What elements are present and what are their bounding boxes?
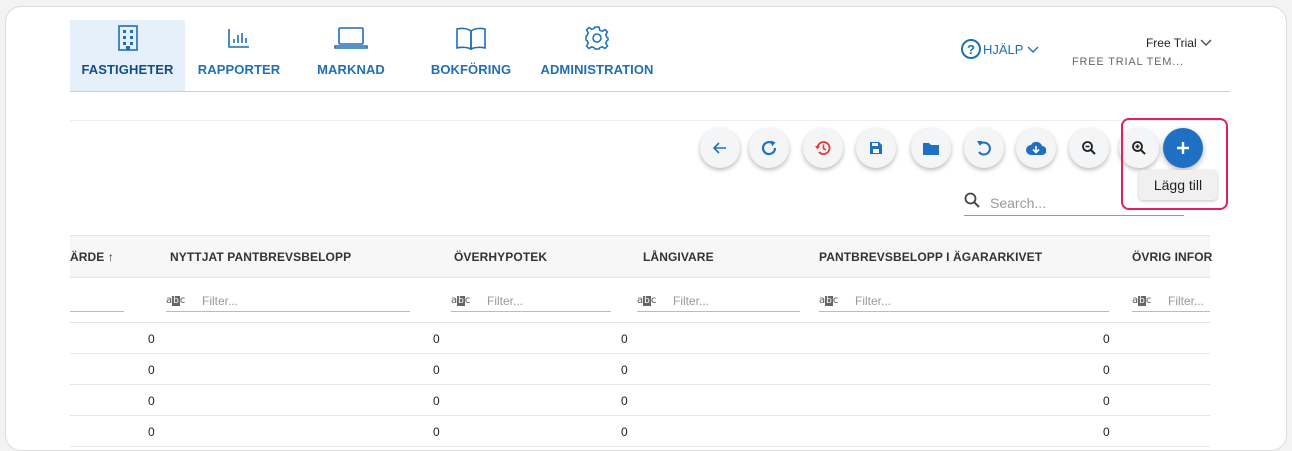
cell-pantbrevsbelopp: 0	[1103, 363, 1110, 377]
filter-ovrig-info[interactable]: abc	[1132, 290, 1210, 312]
filter-input[interactable]	[202, 293, 382, 308]
nav-label: ADMINISTRATION	[540, 62, 654, 77]
plus-icon	[1176, 141, 1190, 155]
search-input[interactable]	[990, 194, 1150, 211]
cloud-download-icon	[1026, 141, 1046, 155]
help-icon: ?	[961, 39, 981, 59]
search-icon	[964, 192, 980, 213]
cell-varde: 0	[148, 394, 155, 408]
cell-overhypotek: 0	[621, 332, 628, 346]
gear-icon	[584, 22, 610, 54]
cell-pantbrevsbelopp: 0	[1103, 425, 1110, 439]
nav-item-bokforing[interactable]: BOKFÖRING	[423, 20, 519, 91]
section-divider	[70, 120, 1230, 121]
text-filter-icon: abc	[637, 295, 657, 306]
laptop-icon	[334, 22, 368, 54]
cell-overhypotek: 0	[621, 425, 628, 439]
nav-label: BOKFÖRING	[430, 62, 512, 77]
chevron-down-icon	[1200, 36, 1212, 50]
bar-chart-icon	[227, 22, 251, 54]
filter-pantbrevsbelopp[interactable]: abc	[819, 290, 1109, 312]
cell-overhypotek: 0	[621, 363, 628, 377]
filter-input[interactable]	[673, 293, 773, 308]
chevron-down-icon	[1027, 42, 1039, 57]
filter-varde[interactable]	[70, 290, 124, 312]
filter-langivare[interactable]: abc	[637, 290, 800, 312]
account-menu[interactable]: Free Trial FREE TRIAL TEM...	[1072, 36, 1212, 68]
table-row[interactable]: 0 0 0 0	[70, 354, 1210, 385]
zoom-in-button[interactable]	[1119, 128, 1159, 168]
text-filter-icon: abc	[1132, 295, 1152, 306]
building-icon	[117, 22, 139, 54]
filter-nyttjat[interactable]: abc	[166, 290, 410, 312]
zoom-out-icon	[1081, 140, 1097, 156]
table-header: ÄRDE ↑ NYTTJAT PANTBREVSBELOPP ÖVERHYPOT…	[70, 235, 1212, 277]
table-row[interactable]: 0 0 0 0	[70, 416, 1210, 447]
nav-item-fastigheter[interactable]: FASTIGHETER	[70, 20, 185, 91]
column-header-ovrig-info[interactable]: ÖVRIG INFOR	[1132, 250, 1212, 264]
cell-nyttjat: 0	[433, 425, 440, 439]
account-plan: Free Trial	[1145, 36, 1197, 50]
cell-varde: 0	[148, 332, 155, 346]
table-row[interactable]: 0 0 0 0	[70, 323, 1210, 354]
save-button[interactable]	[856, 128, 896, 168]
filter-input[interactable]	[1168, 293, 1208, 308]
undo-button[interactable]	[964, 128, 1004, 168]
account-plan-row: Free Trial	[1072, 36, 1212, 50]
filter-input[interactable]	[855, 293, 1055, 308]
zoom-in-icon	[1131, 140, 1147, 156]
filter-input[interactable]	[487, 293, 587, 308]
text-filter-icon: abc	[166, 295, 186, 306]
cell-nyttjat: 0	[433, 332, 440, 346]
text-filter-icon: abc	[819, 295, 839, 306]
filter-overhypotek[interactable]: abc	[451, 290, 611, 312]
refresh-button[interactable]	[749, 128, 789, 168]
download-button[interactable]	[1016, 128, 1056, 168]
history-icon	[814, 139, 832, 157]
cell-nyttjat: 0	[433, 394, 440, 408]
search-field[interactable]	[964, 190, 1184, 216]
table-row[interactable]: 0 0 0 0	[70, 385, 1210, 416]
help-menu[interactable]: ? HJÄLP	[961, 39, 1039, 59]
column-header-varde[interactable]: ÄRDE ↑	[70, 250, 114, 264]
zoom-out-button[interactable]	[1069, 128, 1109, 168]
column-header-overhypotek[interactable]: ÖVERHYPOTEK	[454, 250, 547, 264]
book-icon	[455, 22, 487, 54]
folder-button[interactable]	[911, 128, 951, 168]
back-button[interactable]	[700, 128, 740, 168]
nav-item-marknad[interactable]: MARKNAD	[306, 20, 396, 91]
app-window: FASTIGHETER RAPPORTER MARKNAD BOKFÖRING …	[5, 6, 1287, 451]
help-label: HJÄLP	[983, 41, 1024, 57]
nav-label: RAPPORTER	[197, 62, 281, 77]
history-button[interactable]	[803, 128, 843, 168]
undo-icon	[975, 139, 993, 157]
refresh-icon	[760, 139, 778, 157]
cell-nyttjat: 0	[433, 363, 440, 377]
nav-item-administration[interactable]: ADMINISTRATION	[532, 20, 662, 91]
filter-row: abc abc abc abc abc	[70, 277, 1210, 323]
nav-item-rapporter[interactable]: RAPPORTER	[194, 20, 284, 91]
nav-divider	[70, 91, 1230, 92]
cell-pantbrevsbelopp: 0	[1103, 332, 1110, 346]
nav-label: MARKNAD	[317, 62, 385, 77]
account-team: FREE TRIAL TEM...	[1072, 56, 1184, 68]
column-header-pantbrevsbelopp-agararkivet[interactable]: PANTBREVSBELOPP I ÄGARARKIVET	[819, 250, 1042, 264]
column-header-langivare[interactable]: LÅNGIVARE	[643, 250, 714, 264]
cell-varde: 0	[148, 425, 155, 439]
column-header-nyttjat-pantbrevsbelopp[interactable]: NYTTJAT PANTBREVSBELOPP	[170, 250, 351, 264]
add-button[interactable]	[1163, 128, 1203, 168]
cell-overhypotek: 0	[621, 394, 628, 408]
cell-varde: 0	[148, 363, 155, 377]
save-icon	[869, 141, 883, 155]
nav-label: FASTIGHETER	[81, 62, 174, 77]
cell-pantbrevsbelopp: 0	[1103, 394, 1110, 408]
arrow-left-icon	[712, 140, 728, 156]
text-filter-icon: abc	[451, 295, 471, 306]
folder-icon	[923, 142, 939, 155]
